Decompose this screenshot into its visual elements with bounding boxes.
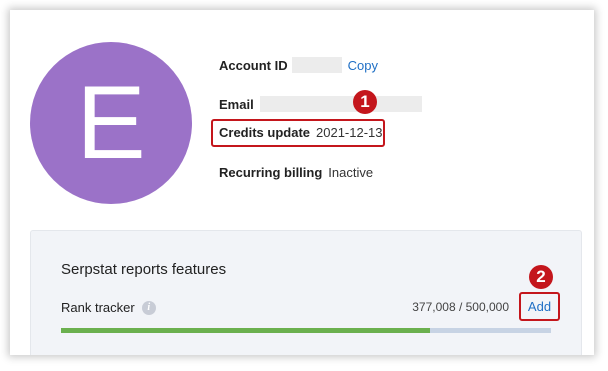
info-icon[interactable]: i [141,300,156,315]
avatar: E [30,42,192,204]
recurring-billing-label: Recurring billing [219,165,323,180]
avatar-letter: E [76,65,146,181]
features-title: Serpstat reports features [61,261,227,278]
rank-tracker-progress [61,328,551,333]
email-label: Email [219,96,254,112]
account-id-redacted [291,57,342,73]
rank-tracker-row: Rank tracker i [61,300,156,315]
recurring-billing-row: Recurring billing Inactive [219,165,373,180]
rank-tracker-usage: 377,008 / 500,000 [412,300,509,314]
features-panel: Serpstat reports features Rank tracker i… [30,230,582,355]
add-rank-tracker-link[interactable]: Add [528,299,551,314]
copy-account-id-link[interactable]: Copy [348,58,378,73]
add-highlight-box: Add [519,292,560,321]
rank-tracker-progress-fill [61,328,431,333]
account-card: E Account ID Copy Email Credits update 2… [10,10,594,355]
annotation-marker-2: 2 [529,265,553,289]
recurring-billing-value: Inactive [328,165,374,180]
account-id-label: Account ID [219,57,288,73]
email-row: Email [219,96,422,112]
rank-tracker-label: Rank tracker [61,300,135,315]
annotation-marker-1: 1 [353,90,377,114]
account-id-row: Account ID Copy [219,57,378,73]
email-redacted [259,96,422,112]
credits-highlight-box [211,119,385,147]
